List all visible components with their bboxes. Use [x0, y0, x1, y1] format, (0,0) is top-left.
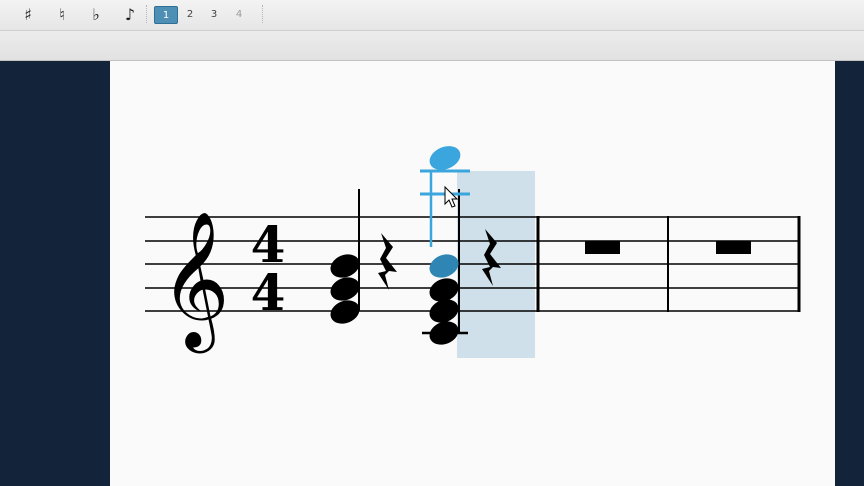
- flat-icon: ♭: [92, 4, 100, 24]
- flip-direction-button[interactable]: ♪: [117, 3, 143, 25]
- time-signature-denominator: 4: [251, 263, 286, 322]
- voice-1-button[interactable]: 1: [154, 6, 178, 24]
- note-head[interactable]: [327, 250, 363, 282]
- toolbar-separator: [146, 5, 147, 23]
- note-input-toolbar: ♯ ♮ ♭ ♪ 1 2 3 4: [0, 0, 864, 31]
- secondary-toolbar: [0, 31, 864, 61]
- voice-3-button[interactable]: 3: [204, 6, 224, 22]
- score-canvas: 𝄞 4 4: [145, 146, 801, 358]
- flat-button[interactable]: ♭: [83, 3, 109, 25]
- natural-button[interactable]: ♮: [49, 3, 75, 25]
- voice-4-button[interactable]: 4: [229, 6, 249, 22]
- chord[interactable]: [327, 189, 363, 328]
- selected-note-head[interactable]: [426, 250, 462, 282]
- natural-icon: ♮: [59, 4, 65, 24]
- sharp-button[interactable]: ♯: [15, 3, 41, 25]
- treble-clef-icon: 𝄞: [160, 209, 230, 353]
- whole-rest-icon[interactable]: [716, 241, 751, 254]
- note-head[interactable]: [426, 317, 462, 349]
- toolbar-separator: [262, 5, 263, 23]
- voice-2-button[interactable]: 2: [180, 6, 200, 22]
- preview-note-head: [429, 146, 461, 170]
- note-head[interactable]: [327, 296, 363, 328]
- flip-direction-icon: ♪: [124, 4, 136, 24]
- note-head[interactable]: [327, 273, 363, 305]
- score-page: 𝄞 4 4: [110, 61, 835, 486]
- sharp-icon: ♯: [24, 4, 32, 24]
- whole-rest-icon[interactable]: [585, 241, 620, 254]
- mouse-cursor-icon: [444, 185, 459, 208]
